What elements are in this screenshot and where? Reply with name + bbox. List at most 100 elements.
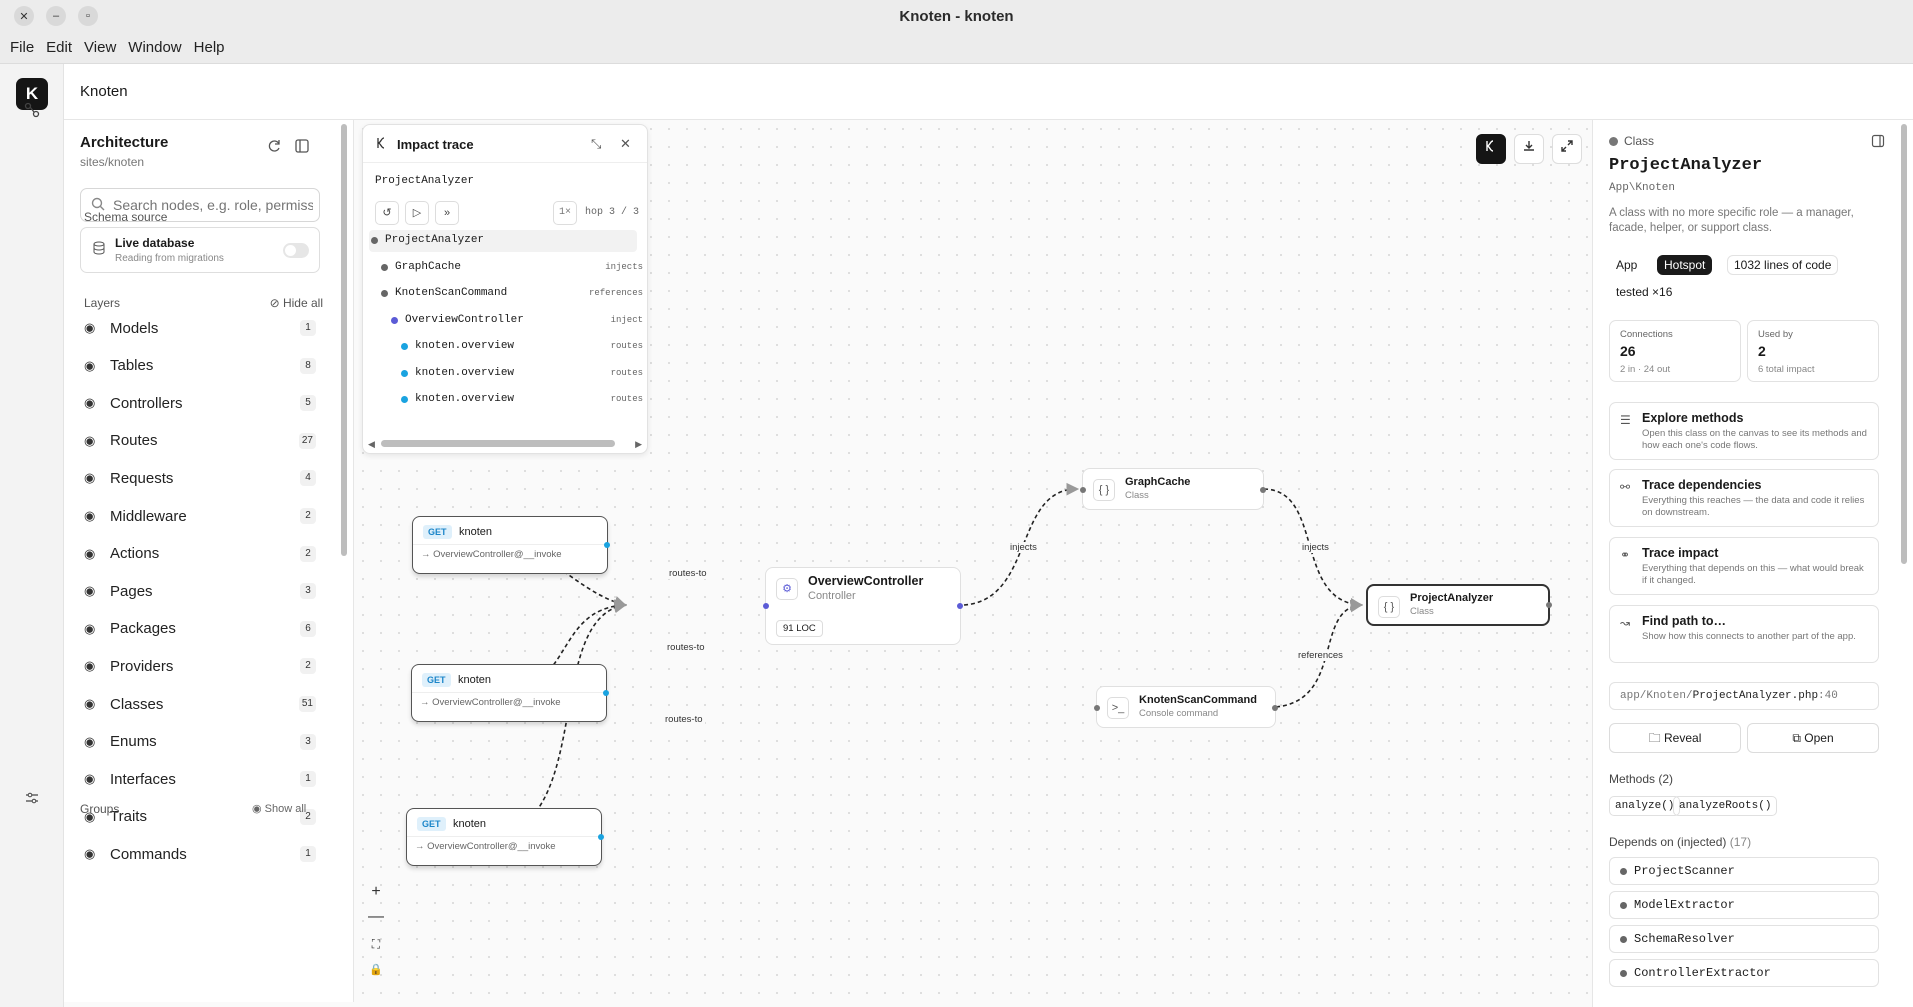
scroll-right-icon[interactable]: ▶ [635,439,642,450]
eye-icon[interactable]: ◉ [84,658,100,674]
graph-canvas[interactable]: routes-to routes-to routes-to injects in… [354,120,1592,1002]
speed-button[interactable]: 1× [553,201,577,225]
sidebar-scrollbar[interactable] [341,124,347,556]
fit-view-button[interactable]: ⛶ [364,932,388,956]
collapse-panel-icon[interactable] [1871,134,1885,151]
open-button[interactable]: ⧉ Open [1747,723,1879,753]
reveal-button[interactable]: 🗀 Reveal [1609,723,1741,753]
route-node[interactable]: GET knoten → OverviewController@__invoke [412,516,610,574]
minimize-icon[interactable]: ⤡ [591,136,601,152]
eye-icon[interactable]: ◉ [84,358,100,374]
trace-impact-button[interactable]: ⚭ Trace impact Everything that depends o… [1609,537,1879,595]
layer-label: Controllers [110,394,183,412]
collapse-sidebar-icon[interactable] [292,138,312,158]
show-all-button[interactable]: ◉ Show all [252,802,306,815]
eye-icon[interactable]: ◉ [84,771,100,787]
eye-icon[interactable]: ◉ [84,470,100,486]
command-node[interactable]: >_ KnotenScanCommand Console command [1094,686,1278,728]
close-window-button[interactable]: ✕ [14,6,34,26]
trace-row[interactable]: knoten.overview routes [363,363,647,385]
schema-source-card[interactable]: Live database Reading from migrations [80,227,320,273]
layer-item-packages[interactable]: ◉ Packages 6 [80,615,320,643]
lock-button[interactable]: 🔒 [364,958,388,982]
refresh-icon[interactable] [264,138,284,158]
trace-dependencies-button[interactable]: ⚯ Trace dependencies Everything this rea… [1609,469,1879,527]
trace-row[interactable]: KnotenScanCommand references [363,283,647,305]
scroll-left-icon[interactable]: ◀ [368,439,375,450]
play-icon[interactable]: ▷ [405,201,429,225]
trace-dot [381,290,388,297]
impact-trace-toggle[interactable] [1476,134,1506,164]
expand-icon[interactable] [1552,134,1582,164]
projectanalyzer-node[interactable]: { } ProjectAnalyzer Class [1366,584,1552,626]
eye-icon[interactable]: ◉ [84,433,100,449]
dependency-item[interactable]: SchemaResolver [1609,925,1879,953]
find-path-button[interactable]: ↝ Find path to… Show how this connects t… [1609,605,1879,663]
menu-help[interactable]: Help [194,39,225,56]
layer-item-middleware[interactable]: ◉ Middleware 2 [80,502,320,530]
dependency-item[interactable]: ControllerExtractor [1609,959,1879,987]
route-node[interactable]: GET knoten → OverviewController@__invoke [411,664,609,722]
eye-icon[interactable]: ◉ [84,546,100,562]
eye-icon[interactable]: ◉ [84,583,100,599]
trace-row[interactable]: knoten.overview routes [363,336,647,358]
layer-item-routes[interactable]: ◉ Routes 27 [80,427,320,455]
layer-item-classes[interactable]: ◉ Classes 51 [80,690,320,718]
trace-row[interactable]: OverviewController inject [363,310,647,332]
layer-item-pages[interactable]: ◉ Pages 3 [80,577,320,605]
trace-row[interactable]: GraphCache injects [363,257,647,279]
layer-item-tables[interactable]: ◉ Tables 8 [80,352,320,380]
eye-icon[interactable]: ◉ [84,508,100,524]
layer-item-commands[interactable]: ◉ Commands 1 [80,840,320,868]
layer-item-interfaces[interactable]: ◉ Interfaces 1 [80,765,320,793]
trace-row[interactable]: ProjectAnalyzer [369,230,637,252]
controller-node[interactable]: ⚙ OverviewController Controller 91 LOC [763,567,963,645]
menu-edit[interactable]: Edit [46,39,72,56]
file-path[interactable]: app/Knoten/ProjectAnalyzer.php:40 [1609,682,1879,710]
path-prefix: app/Knoten/ [1620,690,1693,702]
maximize-window-button[interactable]: ▫ [78,6,98,26]
sliders-icon[interactable] [22,790,42,810]
graph-nodes-icon[interactable] [22,102,42,122]
layer-item-requests[interactable]: ◉ Requests 4 [80,464,320,492]
eye-icon[interactable]: ◉ [84,846,100,862]
menu-file[interactable]: File [10,39,34,56]
method-chip[interactable]: analyzeRoots() [1673,796,1778,816]
dependency-item[interactable]: ProjectScanner [1609,857,1879,885]
eye-icon[interactable]: ◉ [84,734,100,750]
menu-window[interactable]: Window [128,39,181,56]
eye-icon[interactable]: ◉ [84,621,100,637]
analyzer-title: ProjectAnalyzer [1410,592,1494,604]
live-database-toggle[interactable] [283,243,309,258]
route-node[interactable]: GET knoten → OverviewController@__invoke [406,808,604,866]
eye-icon[interactable]: ◉ [84,696,100,712]
minimize-window-button[interactable]: – [46,6,66,26]
hide-all-button[interactable]: ⊘ Hide all [270,296,323,310]
menu-view[interactable]: View [84,39,116,56]
trace-row[interactable]: knoten.overview routes [363,389,647,411]
close-icon[interactable]: ✕ [620,136,631,152]
eye-icon[interactable]: ◉ [84,395,100,411]
zoom-in-button[interactable]: + [364,880,388,904]
zoom-out-button[interactable]: — [364,905,388,929]
layer-item-enums[interactable]: ◉ Enums 3 [80,728,320,756]
explore-methods-button[interactable]: ☰ Explore methods Open this class on the… [1609,402,1879,460]
dependency-item[interactable]: ModelExtractor [1609,891,1879,919]
layer-item-controllers[interactable]: ◉ Controllers 5 [80,389,320,417]
layer-item-providers[interactable]: ◉ Providers 2 [80,652,320,680]
trace-label: ProjectAnalyzer [385,234,485,246]
layer-item-actions[interactable]: ◉ Actions 2 [80,540,320,568]
action-desc: Everything that depends on this — what w… [1642,563,1864,586]
restart-icon[interactable]: ↺ [375,201,399,225]
trace-dot [401,343,408,350]
layer-item-models[interactable]: ◉ Models 1 [80,314,320,342]
detail-scrollbar[interactable] [1901,124,1907,564]
trace-relation: routes [610,367,643,378]
graphcache-node[interactable]: { } GraphCache Class [1080,468,1266,510]
impact-hscrollbar[interactable] [381,440,615,447]
fast-forward-icon[interactable]: » [435,201,459,225]
download-icon[interactable] [1514,134,1544,164]
layer-count: 51 [298,696,316,712]
eye-icon[interactable]: ◉ [84,320,100,336]
method-chip[interactable]: analyze() [1609,796,1681,816]
